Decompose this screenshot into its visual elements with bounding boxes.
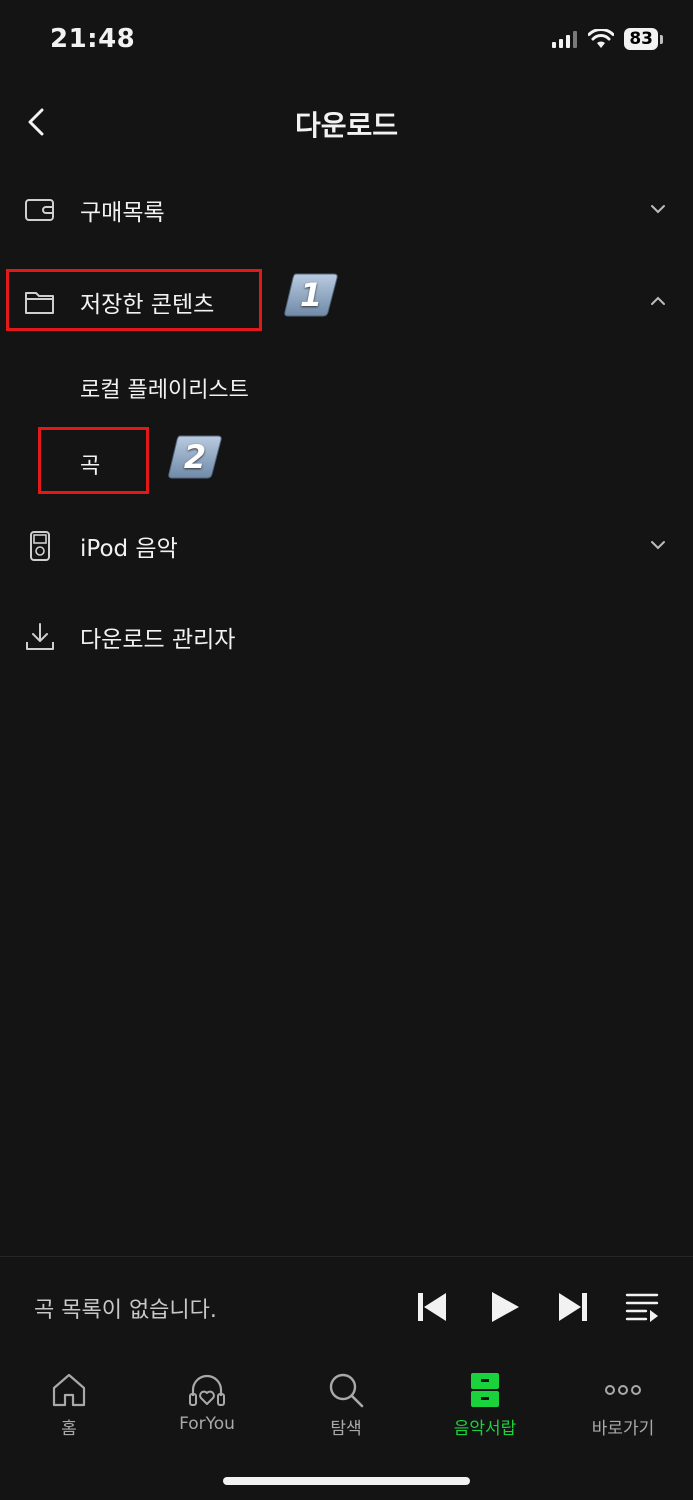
wallet-icon	[25, 199, 54, 221]
mini-player: 곡 목록이 없습니다.	[0, 1256, 693, 1363]
tab-label: 바로가기	[591, 1419, 655, 1439]
highlight-box-songs	[38, 427, 149, 494]
tab-label: 탐색	[330, 1419, 362, 1439]
tab-label: 음악서랍	[453, 1419, 517, 1439]
home-indicator[interactable]	[223, 1477, 470, 1485]
tab-label: ForYou	[179, 1414, 235, 1434]
step-badge-1: 1	[284, 272, 338, 318]
drawer-icon	[471, 1373, 499, 1407]
submenu-item-label: 로컬 플레이리스트	[80, 378, 249, 403]
cellular-signal-icon	[552, 31, 578, 48]
play-icon[interactable]	[486, 1289, 522, 1325]
tab-explore[interactable]: 탐색	[291, 1370, 401, 1440]
highlight-box-saved-content	[6, 269, 262, 331]
menu-item-download-manager[interactable]: 다운로드 관리자	[0, 607, 693, 667]
status-icons: 83	[552, 28, 663, 50]
status-bar: 21:48 83	[0, 0, 693, 84]
menu-item-ipod-music[interactable]: iPod 음악	[0, 516, 693, 576]
chevron-up-icon	[651, 296, 665, 305]
chevron-down-icon	[651, 541, 665, 550]
status-time: 21:48	[50, 24, 136, 54]
page-title: 다운로드	[294, 109, 399, 142]
headphones-heart-icon	[189, 1374, 225, 1406]
wifi-icon	[588, 29, 615, 48]
playlist-queue-icon[interactable]	[624, 1289, 660, 1325]
previous-track-icon[interactable]	[414, 1289, 450, 1325]
battery-level: 83	[624, 28, 658, 50]
tab-label: 홈	[61, 1419, 77, 1439]
player-status-text: 곡 목록이 없습니다.	[34, 1298, 217, 1323]
tab-shortcuts[interactable]: 바로가기	[568, 1370, 678, 1440]
menu-item-label: iPod 음악	[80, 536, 178, 562]
next-track-icon[interactable]	[555, 1289, 591, 1325]
chevron-down-icon	[651, 205, 665, 214]
menu-item-purchases[interactable]: 구매목록	[0, 180, 693, 240]
tab-home[interactable]: 홈	[14, 1370, 124, 1440]
menu-item-label: 구매목록	[80, 200, 165, 226]
submenu-item-local-playlist[interactable]: 로컬 플레이리스트	[0, 360, 693, 416]
tab-foryou[interactable]: ForYou	[152, 1370, 262, 1440]
battery-indicator: 83	[624, 28, 663, 50]
more-icon	[605, 1385, 641, 1395]
ipod-icon	[30, 531, 50, 561]
menu-item-label: 다운로드 관리자	[80, 627, 236, 653]
step-badge-number: 1	[299, 276, 323, 314]
battery-tip	[660, 34, 663, 44]
download-icon	[26, 623, 54, 650]
tab-music-drawer[interactable]: 음악서랍	[430, 1370, 540, 1440]
search-icon	[329, 1373, 364, 1408]
step-badge-number: 2	[183, 438, 207, 476]
navigation-bar: 다운로드	[0, 90, 693, 154]
step-badge-2: 2	[168, 434, 222, 480]
home-icon	[52, 1373, 86, 1407]
